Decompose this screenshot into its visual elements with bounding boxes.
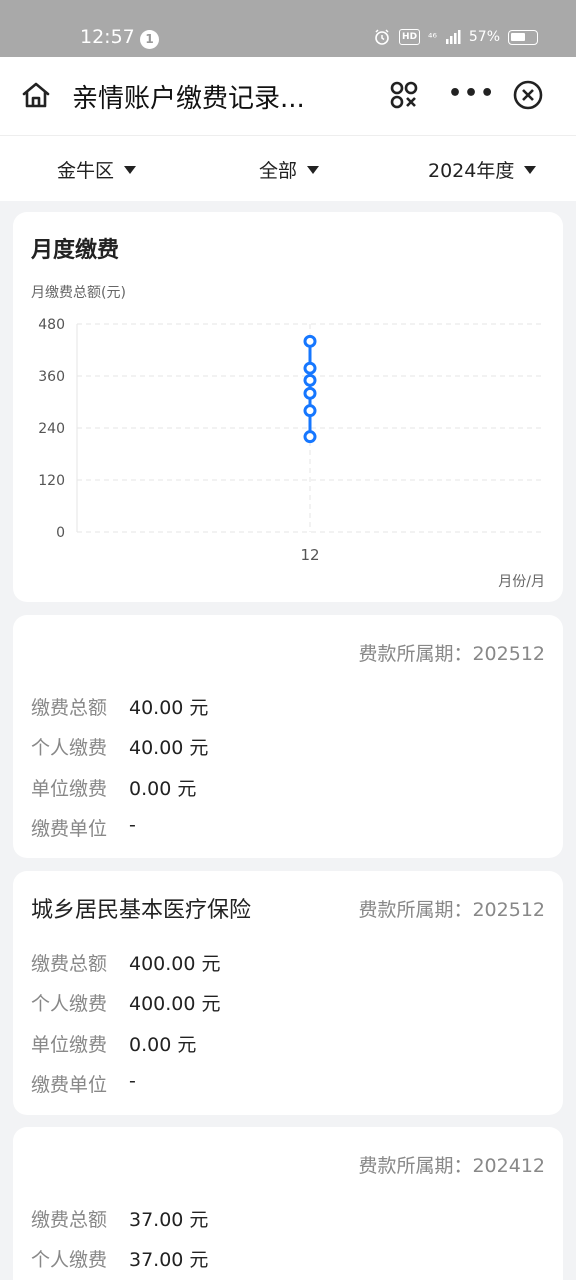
battery-percent: 57% [468,29,500,45]
row-key: 单位缴费 [31,778,108,800]
status-bar: 12:57 1 HD ⁴⁶ 57% [0,0,576,57]
record-period: 费款所属期：202412 [358,1151,545,1178]
filter-type[interactable]: 全部 [259,156,320,183]
monthly-payment-card: 月度缴费 月缴费总额(元) 0 120 240 360 480 12 月份/月 [13,212,563,602]
data-point [303,386,317,400]
period-value: 202412 [472,1155,545,1177]
record-row: 缴费总额 400.00 元 [31,949,221,976]
row-key: 个人缴费 [31,1249,108,1271]
row-key: 个人缴费 [31,737,108,759]
x-tick-label: 12 [300,546,319,564]
row-value: 0.00 元 [129,1034,197,1056]
row-key: 缴费单位 [31,1074,108,1096]
monthly-payment-chart: 0 120 240 360 480 12 月份/月 [38,317,545,590]
period-label: 费款所属期： [358,899,473,921]
y-tick-label: 120 [38,473,65,489]
data-point [303,404,317,418]
caret-down-icon [124,165,137,174]
record-row: 单位缴费 0.00 元 [31,774,196,801]
record-row: 个人缴费 40.00 元 [31,733,208,760]
data-point [303,334,317,348]
filter-bar: 金牛区 全部 2024年度 [0,135,576,201]
record-row: 个人缴费 400.00 元 [31,989,221,1016]
data-point [303,373,317,387]
record-row: 个人缴费 37.00 元 [31,1245,208,1272]
row-key: 缴费单位 [31,818,108,840]
hd-icon: HD [399,29,421,45]
row-key: 缴费总额 [31,697,108,719]
status-time: 12:57 [80,26,135,48]
battery-icon [508,29,538,45]
row-value: 40.00 元 [129,697,209,719]
data-point [303,361,317,375]
row-value: 40.00 元 [129,737,209,759]
scan-icon[interactable] [386,77,422,113]
row-value: 37.00 元 [129,1209,209,1231]
y-tick-label: 480 [38,317,65,333]
x-axis-label: 月份/月 [498,574,545,590]
filter-year-label: 2024年度 [428,160,515,182]
record-period: 费款所属期：202512 [358,895,545,922]
more-button[interactable]: ••• [448,81,496,106]
data-point [303,430,317,444]
record-title: 城乡居民基本医疗保险 [31,898,252,923]
navigation-bar: 亲情账户缴费记录... ••• [0,57,576,135]
record-period: 费款所属期：202512 [358,639,545,666]
close-icon[interactable] [510,77,546,113]
filter-district-label: 金牛区 [57,160,115,182]
record-row: 缴费单位 - [31,1070,136,1097]
payment-record-card[interactable]: 城乡居民基本医疗保险 费款所属期：202512 缴费总额 400.00 元 个人缴… [13,871,563,1115]
payment-record-card[interactable]: 费款所属期：202512 缴费总额 40.00 元 个人缴费 40.00 元 单位缴… [13,615,563,858]
status-icons: HD ⁴⁶ 57% [373,28,538,46]
home-icon[interactable] [20,79,52,111]
notification-badge: 1 [140,30,159,49]
y-tick-label: 240 [38,421,65,437]
row-value: 0.00 元 [129,778,197,800]
period-value: 202512 [472,899,545,921]
caret-down-icon [307,165,320,174]
filter-year[interactable]: 2024年度 [428,156,537,183]
row-key: 单位缴费 [31,1034,108,1056]
period-label: 费款所属期： [358,1155,473,1177]
record-row: 缴费单位 - [31,814,136,841]
signal-icon [445,30,461,44]
record-row: 单位缴费 0.00 元 [31,1030,196,1057]
row-value: 400.00 元 [129,993,221,1015]
row-value: - [129,1070,136,1092]
capsule-menu: ••• [386,71,562,119]
row-value: - [129,814,136,836]
network-label: ⁴⁶ [428,30,437,44]
y-tick-label: 0 [56,525,65,541]
row-key: 个人缴费 [31,993,108,1015]
record-row: 缴费总额 40.00 元 [31,693,208,720]
alarm-icon [375,29,389,45]
payment-record-card[interactable]: 费款所属期：202412 缴费总额 37.00 元 个人缴费 37.00 元 [13,1127,563,1280]
row-value: 400.00 元 [129,953,221,975]
period-label: 费款所属期： [358,643,473,665]
y-tick-label: 360 [38,369,65,385]
period-value: 202512 [472,643,545,665]
record-row: 缴费总额 37.00 元 [31,1205,208,1232]
page-title: 亲情账户缴费记录... [72,84,305,114]
filter-district[interactable]: 金牛区 [57,156,137,183]
caret-down-icon [524,165,537,174]
row-key: 缴费总额 [31,1209,108,1231]
row-value: 37.00 元 [129,1249,209,1271]
filter-type-label: 全部 [259,160,298,182]
row-key: 缴费总额 [31,953,108,975]
